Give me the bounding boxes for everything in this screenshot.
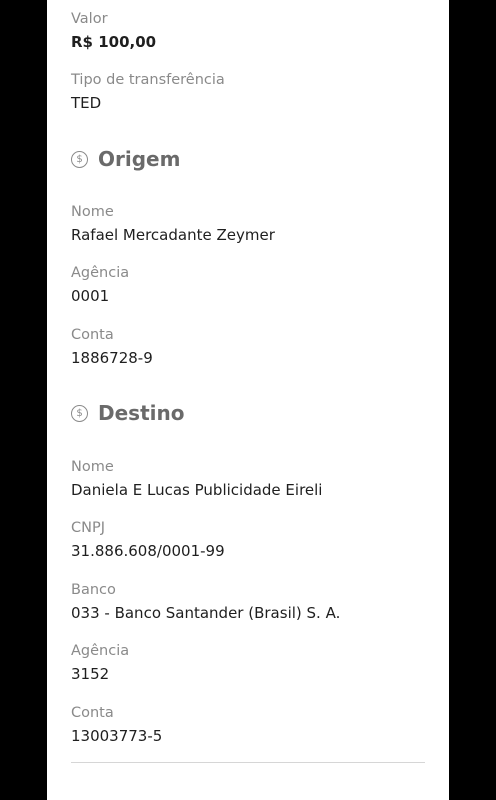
destino-banco-label: Banco	[71, 582, 116, 598]
dollar-coin-icon: $	[71, 404, 88, 422]
valor-field: Valor R$ 100,00	[71, 10, 425, 51]
origem-agencia-value: 0001	[71, 287, 110, 305]
origem-nome-field: Nome Rafael Mercadante Zeymer	[71, 203, 425, 244]
tipo-transferencia-field: Tipo de transferência TED	[71, 71, 425, 112]
destino-cnpj-field: CNPJ 31.886.608/0001-99	[71, 519, 425, 560]
destino-conta-field: Conta 13003773-5	[71, 704, 425, 745]
destino-agencia-field: Agência 3152	[71, 642, 425, 683]
destino-agencia-value: 3152	[71, 665, 110, 683]
destino-conta-label: Conta	[71, 705, 114, 721]
destino-nome-label: Nome	[71, 459, 114, 475]
origem-conta-value: 1886728-9	[71, 349, 153, 367]
origem-agencia-label: Agência	[71, 265, 130, 281]
destino-cnpj-label: CNPJ	[71, 520, 105, 536]
destino-banco-field: Banco 033 - Banco Santander (Brasil) S. …	[71, 581, 425, 622]
valor-value: R$ 100,00	[71, 33, 157, 51]
dollar-coin-icon: $	[71, 150, 88, 168]
tipo-transferencia-label: Tipo de transferência	[71, 72, 225, 88]
divider	[71, 762, 425, 763]
destino-nome-value: Daniela E Lucas Publicidade Eireli	[71, 481, 323, 499]
origem-title: Origem	[98, 147, 181, 171]
destino-section-header: $ Destino	[71, 400, 425, 426]
screen-frame: Valor R$ 100,00 Tipo de transferência TE…	[0, 0, 496, 800]
origem-nome-value: Rafael Mercadante Zeymer	[71, 226, 275, 244]
destino-agencia-label: Agência	[71, 643, 130, 659]
tipo-transferencia-value: TED	[71, 94, 102, 112]
destino-banco-value: 033 - Banco Santander (Brasil) S. A.	[71, 604, 341, 622]
receipt-panel[interactable]: Valor R$ 100,00 Tipo de transferência TE…	[47, 0, 449, 800]
origem-conta-label: Conta	[71, 327, 114, 343]
origem-conta-field: Conta 1886728-9	[71, 326, 425, 367]
destino-conta-value: 13003773-5	[71, 727, 163, 745]
destino-title: Destino	[98, 401, 185, 425]
origem-nome-label: Nome	[71, 204, 114, 220]
destino-cnpj-value: 31.886.608/0001-99	[71, 542, 225, 560]
destino-nome-field: Nome Daniela E Lucas Publicidade Eireli	[71, 458, 425, 499]
valor-label: Valor	[71, 11, 108, 27]
origem-section-header: $ Origem	[71, 146, 425, 172]
origem-agencia-field: Agência 0001	[71, 264, 425, 305]
